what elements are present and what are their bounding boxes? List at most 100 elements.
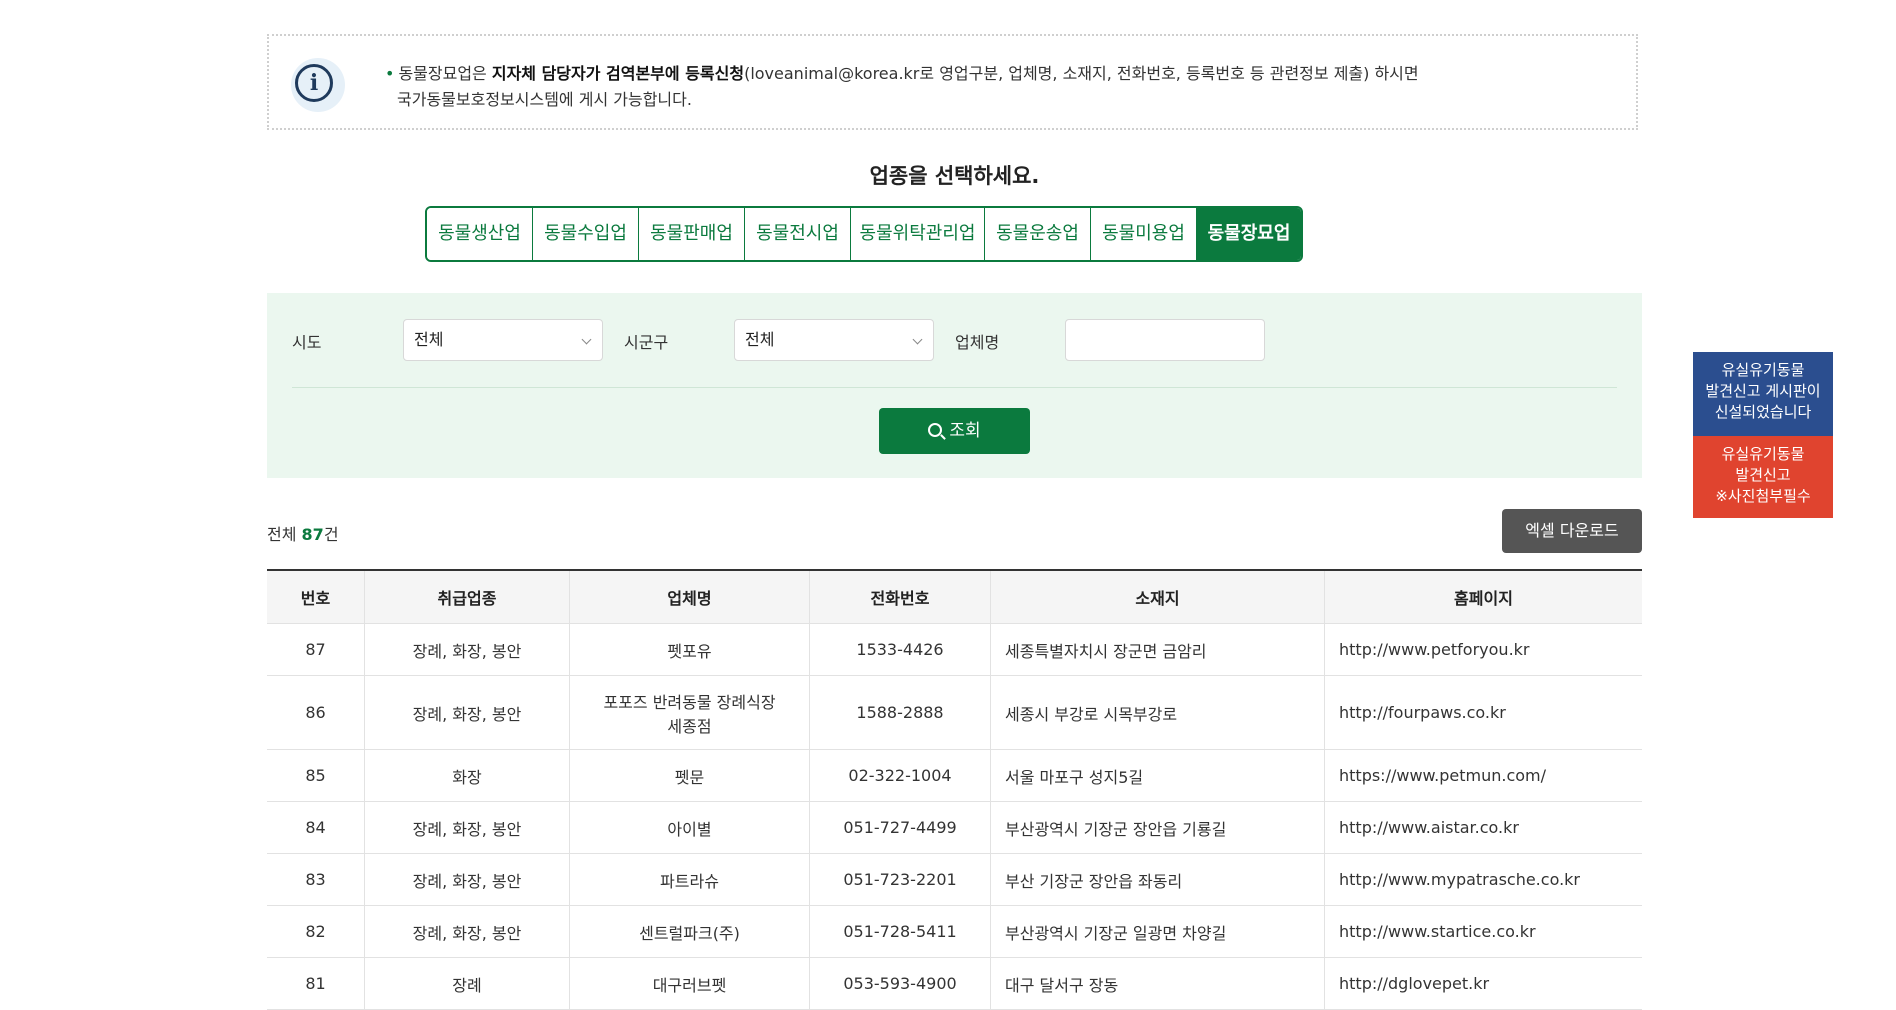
table-row: 83 장례, 화장, 봉안 파트라슈 051-723-2201 부산 기장군 장… xyxy=(267,853,1642,906)
header-address: 소재지 xyxy=(990,570,1325,624)
notice-text-prefix: 동물장묘업은 xyxy=(398,64,492,83)
cell-company-name: 펫포유 xyxy=(569,623,810,676)
sido-select-value: 전체 xyxy=(414,330,444,349)
cell-address: 부산 기장군 장안읍 좌동리 xyxy=(990,853,1325,906)
banner-line: 유실유기동물 xyxy=(1721,361,1805,379)
info-icon-background: i xyxy=(291,58,345,112)
sido-label: 시도 xyxy=(292,333,322,352)
sigungu-label: 시군구 xyxy=(624,333,669,352)
table-header-row: 번호 취급업종 업체명 전화번호 소재지 홈페이지 xyxy=(267,570,1642,624)
total-count-value: 87 xyxy=(301,525,324,544)
cell-number: 83 xyxy=(267,853,365,906)
tab-animal-exhibition[interactable]: 동물전시업 xyxy=(745,208,851,260)
total-count: 전체 87건 xyxy=(267,521,339,545)
cell-business-type: 장례 xyxy=(364,957,570,1010)
cell-homepage-link[interactable]: https://www.petmun.com/ xyxy=(1324,749,1642,802)
lost-animal-board-banner[interactable]: 유실유기동물 발견신고 게시판이 신설되었습니다 xyxy=(1693,352,1833,436)
notice-line-2: 국가동물보호정보시스템에 게시 가능합니다. xyxy=(397,90,692,109)
cell-address: 세종특별자치시 장군면 금암리 xyxy=(990,623,1325,676)
notice-text-suffix: (loveanimal@korea.kr로 영업구분, 업체명, 소재지, 전화… xyxy=(744,64,1419,83)
cell-phone: 051-727-4499 xyxy=(809,801,991,854)
lost-animal-report-banner[interactable]: 유실유기동물 발견신고 ※사진첨부필수 xyxy=(1693,436,1833,518)
cell-phone: 051-728-5411 xyxy=(809,905,991,958)
chevron-down-icon xyxy=(581,334,592,345)
tab-animal-boarding[interactable]: 동물위탁관리업 xyxy=(851,208,985,260)
tab-animal-production[interactable]: 동물생산업 xyxy=(427,208,533,260)
company-name-text: 펫포유 xyxy=(667,641,712,661)
banner-line: 신설되었습니다 xyxy=(1714,403,1812,421)
cell-phone: 1588-2888 xyxy=(809,675,991,750)
company-name-text: 포포즈 반려동물 장례식장 xyxy=(603,692,776,712)
table-row: 81 장례 대구러브펫 053-593-4900 대구 달서구 장동 http:… xyxy=(267,957,1642,1010)
cell-homepage-link[interactable]: http://dglovepet.kr xyxy=(1324,957,1642,1010)
search-panel: 시도 전체 시군구 전체 업체명 조회 xyxy=(267,293,1642,478)
header-company-name: 업체명 xyxy=(569,570,810,624)
cell-business-type: 화장 xyxy=(364,749,570,802)
tab-animal-grooming[interactable]: 동물미용업 xyxy=(1091,208,1197,260)
cell-business-type: 장례, 화장, 봉안 xyxy=(364,801,570,854)
cell-homepage-link[interactable]: http://fourpaws.co.kr xyxy=(1324,675,1642,750)
tab-animal-funeral[interactable]: 동물장묘업 xyxy=(1197,208,1301,260)
cell-company-name: 파트라슈 xyxy=(569,853,810,906)
table-row: 84 장례, 화장, 봉안 아이별 051-727-4499 부산광역시 기장군… xyxy=(267,801,1642,854)
cell-address: 부산광역시 기장군 장안읍 기룡길 xyxy=(990,801,1325,854)
total-count-prefix: 전체 xyxy=(267,525,297,544)
cell-homepage-link[interactable]: http://www.mypatrasche.co.kr xyxy=(1324,853,1642,906)
cell-number: 82 xyxy=(267,905,365,958)
table-row: 85 화장 펫문 02-322-1004 서울 마포구 성지5길 https:/… xyxy=(267,749,1642,802)
tab-animal-sales[interactable]: 동물판매업 xyxy=(639,208,745,260)
cell-number: 85 xyxy=(267,749,365,802)
company-name-text: 대구러브펫 xyxy=(652,975,727,995)
table-row: 82 장례, 화장, 봉안 센트럴파크(주) 051-728-5411 부산광역… xyxy=(267,905,1642,958)
company-name-label: 업체명 xyxy=(955,333,1000,352)
company-name-input[interactable] xyxy=(1065,319,1265,361)
cell-company-name: 센트럴파크(주) xyxy=(569,905,810,958)
cell-homepage-link[interactable]: http://www.startice.co.kr xyxy=(1324,905,1642,958)
company-name-text: 아이별 xyxy=(667,819,712,839)
cell-address: 대구 달서구 장동 xyxy=(990,957,1325,1010)
notice-bullet: • xyxy=(385,64,395,83)
banner-line: 발견신고 게시판이 xyxy=(1705,382,1821,400)
cell-number: 86 xyxy=(267,675,365,750)
search-button[interactable]: 조회 xyxy=(879,408,1030,454)
cell-number: 84 xyxy=(267,801,365,854)
cell-homepage-link[interactable]: http://www.aistar.co.kr xyxy=(1324,801,1642,854)
chevron-down-icon xyxy=(912,334,923,345)
category-tabs: 동물생산업 동물수입업 동물판매업 동물전시업 동물위탁관리업 동물운송업 동물… xyxy=(425,206,1303,262)
notice-text-bold: 지자체 담당자가 검역본부에 등록신청 xyxy=(491,64,745,83)
cell-phone: 1533-4426 xyxy=(809,623,991,676)
company-name-text: 파트라슈 xyxy=(660,871,719,891)
cell-company-name: 펫문 xyxy=(569,749,810,802)
cell-business-type: 장례, 화장, 봉안 xyxy=(364,675,570,750)
header-phone: 전화번호 xyxy=(809,570,991,624)
cell-homepage-link[interactable]: http://www.petforyou.kr xyxy=(1324,623,1642,676)
tab-animal-import[interactable]: 동물수입업 xyxy=(533,208,639,260)
table-row: 86 장례, 화장, 봉안 포포즈 반려동물 장례식장 세종점 1588-288… xyxy=(267,675,1642,750)
cell-business-type: 장례, 화장, 봉안 xyxy=(364,623,570,676)
table-row: 87 장례, 화장, 봉안 펫포유 1533-4426 세종특별자치시 장군면 … xyxy=(267,623,1642,676)
cell-phone: 051-723-2201 xyxy=(809,853,991,906)
sigungu-select[interactable]: 전체 xyxy=(734,319,934,361)
notice-box: i • 동물장묘업은 지자체 담당자가 검역본부에 등록신청(loveanimal… xyxy=(267,34,1638,130)
cell-phone: 053-593-4900 xyxy=(809,957,991,1010)
search-button-label: 조회 xyxy=(949,421,981,441)
header-number: 번호 xyxy=(267,570,365,624)
sido-select[interactable]: 전체 xyxy=(403,319,603,361)
business-table: 번호 취급업종 업체명 전화번호 소재지 홈페이지 87 장례, 화장, 봉안 … xyxy=(267,569,1642,1010)
cell-address: 부산광역시 기장군 일광면 차양길 xyxy=(990,905,1325,958)
company-name-text: 센트럴파크(주) xyxy=(639,923,740,943)
info-icon: i xyxy=(295,64,333,102)
sigungu-select-value: 전체 xyxy=(745,330,775,349)
cell-business-type: 장례, 화장, 봉안 xyxy=(364,905,570,958)
cell-number: 81 xyxy=(267,957,365,1010)
cell-company-name: 대구러브펫 xyxy=(569,957,810,1010)
excel-download-button[interactable]: 엑셀 다운로드 xyxy=(1502,509,1642,553)
tab-animal-transport[interactable]: 동물운송업 xyxy=(985,208,1091,260)
header-business-type: 취급업종 xyxy=(364,570,570,624)
cell-business-type: 장례, 화장, 봉안 xyxy=(364,853,570,906)
banner-line: ※사진첨부필수 xyxy=(1715,487,1811,505)
cell-address: 서울 마포구 성지5길 xyxy=(990,749,1325,802)
company-name-text-line2: 세종점 xyxy=(667,716,712,736)
banner-line: 유실유기동물 xyxy=(1721,445,1805,463)
banner-line: 발견신고 xyxy=(1735,466,1791,484)
